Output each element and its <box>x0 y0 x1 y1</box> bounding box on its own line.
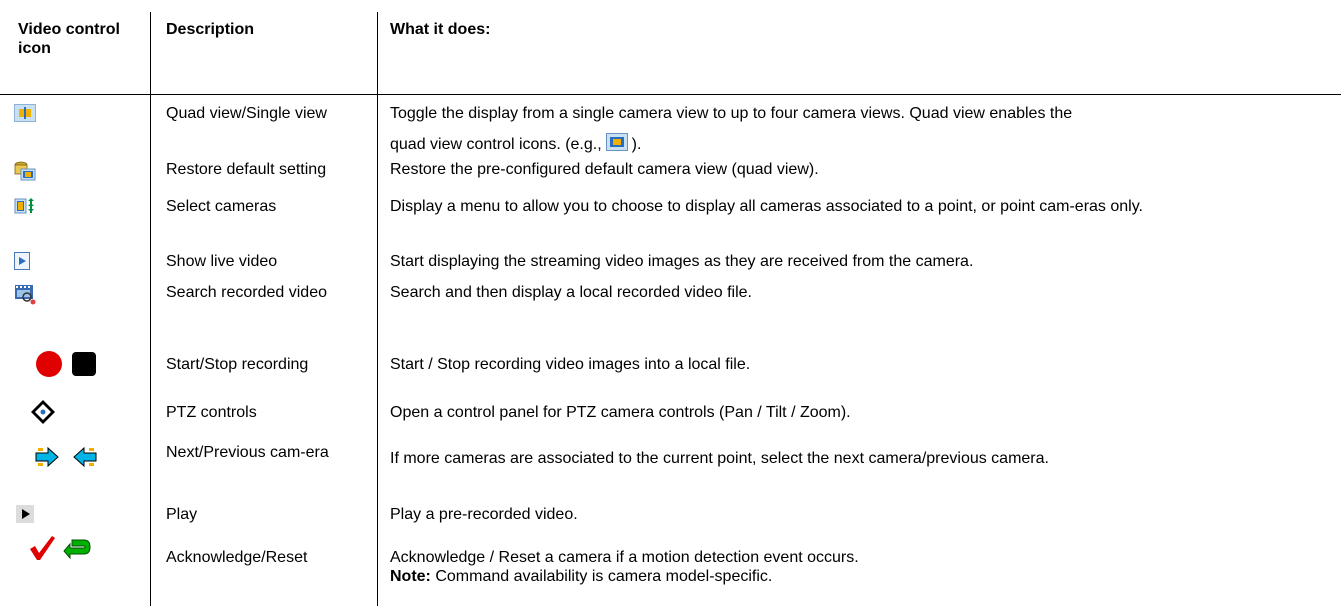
quad-view-icon <box>14 104 36 122</box>
row-icons <box>14 104 36 122</box>
column-divider <box>377 12 378 606</box>
row-what-it-does: Restore the pre-configured default camer… <box>390 161 819 178</box>
row-icons <box>14 283 36 305</box>
play-icon <box>16 505 34 523</box>
note-text: Command availability is camera model-spe… <box>430 568 773 585</box>
note-label: Note: <box>390 568 431 585</box>
row-description: Show live video <box>166 253 278 270</box>
ptz-controls-icon <box>31 400 55 424</box>
restore-default-icon <box>14 161 36 181</box>
row-what-it-does: Open a control panel for PTZ camera cont… <box>390 404 851 421</box>
row-description: Select cameras <box>166 198 277 215</box>
row-what-line1: Acknowledge / Reset a camera if a motion… <box>390 549 859 566</box>
row-description: PTZ controls <box>166 404 257 421</box>
row-icons <box>16 505 34 523</box>
row-description: Next/Previous cam-era <box>166 444 329 461</box>
row-what-line2: quad view control icons. (e.g.,). <box>390 133 1330 154</box>
reset-icon <box>63 539 91 560</box>
row-what-it-does: Play a pre-recorded video. <box>390 506 578 523</box>
row-what-line2-end: ). <box>631 136 642 153</box>
row-icons <box>36 351 96 377</box>
row-what-line1: Toggle the display from a single camera … <box>390 105 1073 122</box>
row-what-it-does: If more cameras are associated to the cu… <box>390 450 1049 467</box>
quad-view-inline-icon <box>605 133 628 151</box>
select-cameras-icon <box>14 198 34 214</box>
column-divider <box>150 12 151 606</box>
header-what-it-does: What it does: <box>390 21 491 38</box>
row-description: Quad view/Single view <box>166 105 327 122</box>
row-icons <box>14 197 36 215</box>
row-what-it-does: Display a menu to allow you to choose to… <box>390 198 1143 215</box>
row-what-it-does: Start / Stop recording video images into… <box>390 356 751 373</box>
header-divider <box>0 94 1341 95</box>
row-description: Play <box>166 506 198 523</box>
video-control-table: Video control icon Description What it d… <box>0 0 1341 606</box>
record-start-icon <box>36 351 62 377</box>
row-what-it-does: Acknowledge / Reset a camera if a motion… <box>390 548 1330 586</box>
row-icons <box>14 252 30 270</box>
row-icons <box>28 534 92 562</box>
header-icon: Video control icon <box>18 21 120 57</box>
row-description: Acknowledge/Reset <box>166 549 308 566</box>
header-description: Description <box>166 21 255 38</box>
note-line: Note: Command availability is camera mod… <box>390 567 1330 586</box>
row-what-it-does: Start displaying the streaming video ima… <box>390 253 974 270</box>
record-stop-icon <box>72 352 96 376</box>
row-description: Restore default setting <box>166 161 327 178</box>
next-camera-icon <box>35 446 59 468</box>
row-icons <box>30 399 56 425</box>
acknowledge-icon <box>30 536 55 560</box>
search-recorded-video-icon <box>15 285 36 305</box>
previous-camera-icon <box>73 446 97 468</box>
show-live-video-icon <box>14 252 30 270</box>
row-icons <box>14 160 36 182</box>
row-what-it-does: Toggle the display from a single camera … <box>390 104 1330 154</box>
row-icons <box>34 446 98 468</box>
row-description: Start/Stop recording <box>166 356 309 373</box>
row-what-it-does: Search and then display a local recorded… <box>390 284 752 301</box>
row-description: Search recorded video <box>166 284 327 301</box>
row-what-line2-text: quad view control icons. (e.g., <box>390 136 602 153</box>
